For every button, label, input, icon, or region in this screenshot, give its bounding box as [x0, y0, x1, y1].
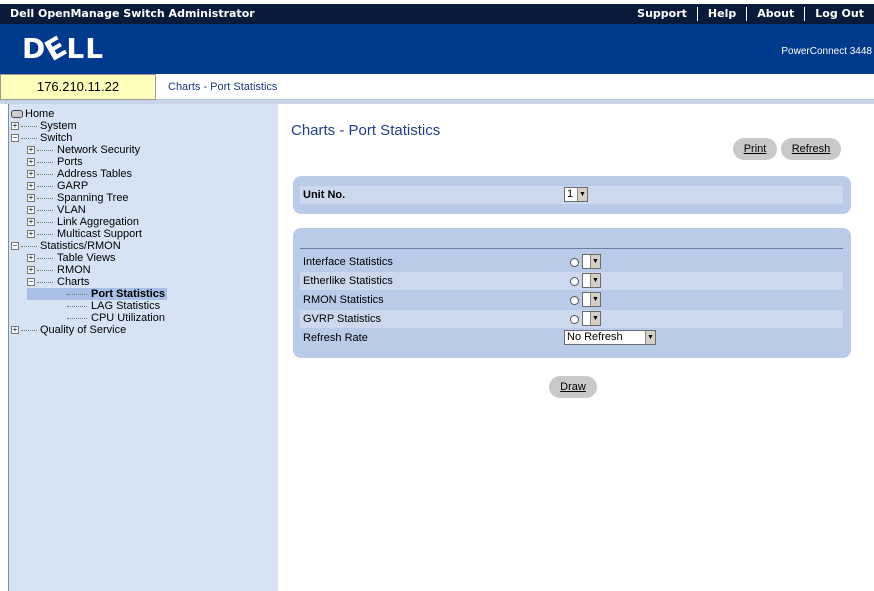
chevron-down-icon: ▼: [590, 293, 600, 306]
collapse-icon[interactable]: −: [11, 134, 19, 142]
stat-row-interface: Interface Statistics ▼: [300, 253, 843, 271]
stat-row-rmon: RMON Statistics ▼: [300, 291, 843, 309]
tree-item-quality-of-service[interactable]: + Quality of Service: [9, 324, 269, 336]
rmon-select[interactable]: ▼: [582, 292, 601, 307]
tree-item-system[interactable]: + System: [9, 120, 269, 132]
expand-icon[interactable]: +: [27, 158, 35, 166]
gvrp-select[interactable]: ▼: [582, 311, 601, 326]
unit-panel: Unit No. 1 ▼: [293, 176, 851, 214]
tree-item-link-aggregation[interactable]: + Link Aggregation: [9, 216, 269, 228]
tree-item-statistics-rmon[interactable]: − Statistics/RMON: [9, 240, 269, 252]
tree-item-network-security[interactable]: + Network Security: [9, 144, 269, 156]
tree-item-charts[interactable]: − Charts: [9, 276, 269, 288]
chevron-down-icon: ▼: [590, 312, 600, 325]
tree-item-table-views[interactable]: + Table Views: [9, 252, 269, 264]
expand-icon[interactable]: +: [27, 206, 35, 214]
breadcrumb: Charts - Port Statistics: [156, 74, 874, 100]
tree-item-cpu-utilization[interactable]: CPU Utilization: [9, 312, 269, 324]
expand-icon[interactable]: +: [27, 266, 35, 274]
expand-icon[interactable]: +: [27, 194, 35, 202]
expand-icon[interactable]: +: [27, 230, 35, 238]
unit-select[interactable]: 1 ▼: [564, 187, 588, 202]
main-content: Charts - Port Statistics Print Refresh U…: [278, 104, 874, 591]
refresh-button[interactable]: Refresh: [781, 138, 841, 160]
model-label: PowerConnect 3448: [781, 46, 872, 57]
statistics-panel: Interface Statistics ▼ Etherlike Statist…: [293, 228, 851, 358]
top-bar: Dell OpenManage Switch Administrator Sup…: [0, 0, 874, 24]
nav-tree: Home + System − Switch + Network Securit…: [9, 108, 269, 336]
about-link[interactable]: About: [746, 7, 804, 21]
refresh-rate-select[interactable]: No Refresh ▼: [564, 330, 656, 345]
tree-item-rmon[interactable]: + RMON: [9, 264, 269, 276]
tree-item-vlan[interactable]: + VLAN: [9, 204, 269, 216]
home-icon: [11, 110, 23, 118]
tree-item-ports[interactable]: + Ports: [9, 156, 269, 168]
stat-row-gvrp: GVRP Statistics ▼: [300, 310, 843, 328]
expand-icon[interactable]: +: [11, 326, 19, 334]
collapse-icon[interactable]: −: [27, 278, 35, 286]
ip-address: 176.210.11.22: [0, 74, 156, 100]
tree-item-port-statistics[interactable]: Port Statistics: [9, 288, 269, 300]
interface-select[interactable]: ▼: [582, 254, 601, 269]
print-button[interactable]: Print: [733, 138, 777, 160]
logout-link[interactable]: Log Out: [804, 7, 874, 21]
unit-label: Unit No.: [303, 189, 346, 201]
expand-icon[interactable]: +: [27, 254, 35, 262]
breadcrumb-text: Charts - Port Statistics: [168, 81, 278, 93]
sidebar: Home + System − Switch + Network Securit…: [8, 104, 278, 591]
expand-icon[interactable]: +: [11, 122, 19, 130]
page-title: Charts - Port Statistics: [291, 122, 441, 139]
tree-item-switch[interactable]: − Switch: [9, 132, 269, 144]
help-link[interactable]: Help: [696, 7, 746, 21]
support-link[interactable]: Support: [627, 7, 697, 21]
tree-item-spanning-tree[interactable]: + Spanning Tree: [9, 192, 269, 204]
top-nav: Support Help About Log Out: [627, 7, 874, 21]
app-title: Dell OpenManage Switch Administrator: [10, 7, 255, 20]
expand-icon[interactable]: +: [27, 182, 35, 190]
rmon-radio[interactable]: [570, 296, 579, 305]
tree-item-home[interactable]: Home: [9, 108, 269, 120]
tree-item-multicast-support[interactable]: + Multicast Support: [9, 228, 269, 240]
chevron-down-icon: ▼: [577, 188, 587, 201]
etherlike-radio[interactable]: [570, 277, 579, 286]
dell-logo: DELL: [22, 29, 105, 68]
chevron-down-icon: ▼: [590, 255, 600, 268]
unit-row: Unit No. 1 ▼: [300, 186, 843, 204]
expand-icon[interactable]: +: [27, 218, 35, 226]
interface-radio[interactable]: [570, 258, 579, 267]
draw-button[interactable]: Draw: [549, 376, 597, 398]
banner: DELL PowerConnect 3448: [0, 24, 874, 74]
tree-item-address-tables[interactable]: + Address Tables: [9, 168, 269, 180]
stat-row-etherlike: Etherlike Statistics ▼: [300, 272, 843, 290]
chevron-down-icon: ▼: [590, 274, 600, 287]
panel-header-line: [300, 248, 843, 249]
page: Dell OpenManage Switch Administrator Sup…: [0, 0, 874, 591]
etherlike-select[interactable]: ▼: [582, 273, 601, 288]
collapse-icon[interactable]: −: [11, 242, 19, 250]
tree-item-lag-statistics[interactable]: LAG Statistics: [9, 300, 269, 312]
refresh-rate-row: Refresh Rate No Refresh ▼: [300, 329, 843, 347]
expand-icon[interactable]: +: [27, 146, 35, 154]
tree-item-garp[interactable]: + GARP: [9, 180, 269, 192]
gvrp-radio[interactable]: [570, 315, 579, 324]
chevron-down-icon: ▼: [645, 331, 655, 344]
expand-icon[interactable]: +: [27, 170, 35, 178]
